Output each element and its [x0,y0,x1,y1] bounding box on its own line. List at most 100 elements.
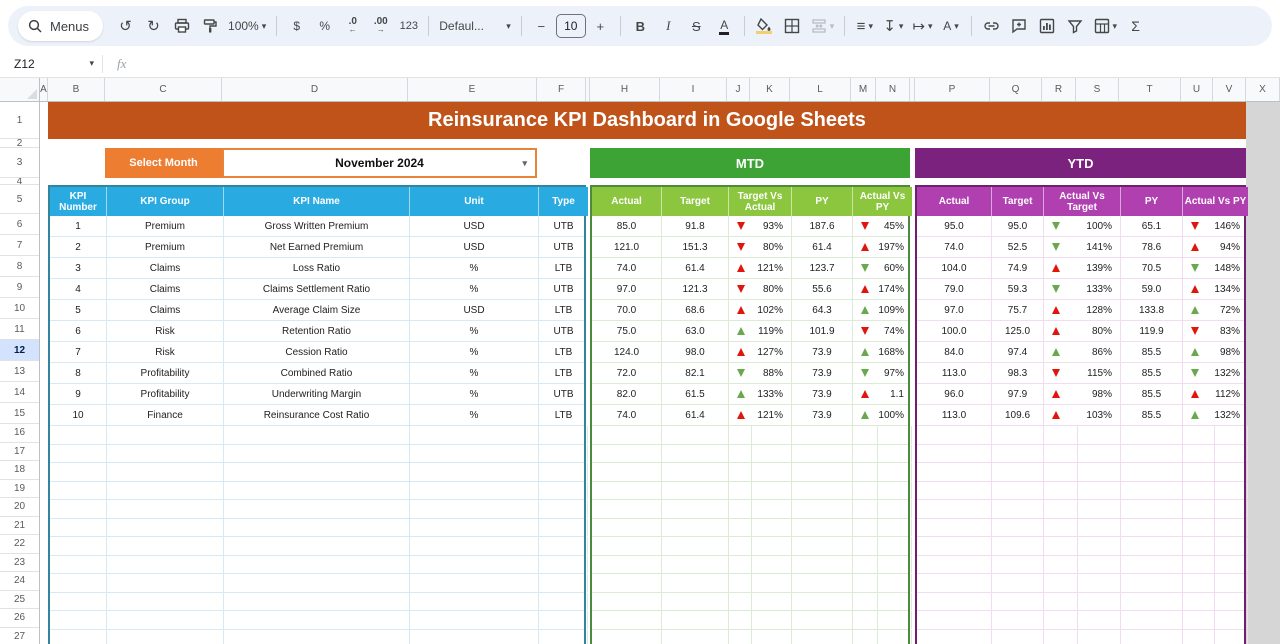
empty-cell[interactable] [107,574,224,592]
empty-cell[interactable] [992,556,1044,574]
column-header-T[interactable]: T [1119,78,1181,101]
fill-color-button[interactable] [751,12,778,40]
empty-cell[interactable] [878,463,912,481]
empty-cell[interactable] [662,556,729,574]
empty-cell[interactable] [50,630,107,644]
actual-cell[interactable]: 84.0 [917,342,992,362]
empty-cell[interactable] [224,611,410,629]
variance-cell[interactable]: 121% [729,258,792,278]
header-cell[interactable]: Target Vs Actual [729,187,792,216]
empty-cell[interactable] [224,463,410,481]
empty-cell[interactable] [410,482,539,500]
py-cell[interactable]: 85.5 [1121,405,1183,425]
variance-cell[interactable]: 1.1 [853,384,912,404]
column-header-R[interactable]: R [1042,78,1076,101]
header-cell[interactable]: Target [662,187,729,216]
empty-cell[interactable] [50,482,107,500]
empty-cell[interactable] [107,593,224,611]
row-header-24[interactable]: 24 [0,572,39,591]
kpi-cell[interactable]: Retention Ratio [224,321,410,341]
row-header-19[interactable]: 19 [0,480,39,499]
kpi-cell[interactable]: 4 [50,279,107,299]
row-header-7[interactable]: 7 [0,235,39,256]
increase-font-size-button[interactable]: + [587,12,614,40]
empty-cell[interactable] [878,611,912,629]
empty-cell[interactable] [662,426,729,444]
target-cell[interactable]: 63.0 [662,321,729,341]
target-cell[interactable]: 61.5 [662,384,729,404]
variance-cell[interactable]: 148% [1183,258,1248,278]
empty-cell[interactable] [1078,593,1121,611]
empty-cell[interactable] [1183,445,1215,463]
variance-cell[interactable]: 94% [1183,237,1248,257]
name-box[interactable]: Z12 ▾ [14,57,102,71]
empty-cell[interactable] [1078,611,1121,629]
select-all-corner[interactable] [0,78,40,101]
empty-cell[interactable] [1044,426,1078,444]
empty-cell[interactable] [917,630,992,644]
kpi-cell[interactable]: USD [410,237,539,257]
empty-cell[interactable] [1044,630,1078,644]
empty-cell[interactable] [1121,611,1183,629]
empty-cell[interactable] [1078,500,1121,518]
row-header-3[interactable]: 3 [0,148,39,178]
header-cell[interactable]: Actual Vs PY [1183,187,1248,216]
header-cell[interactable]: Actual Vs PY [853,187,912,216]
empty-cell[interactable] [1044,574,1078,592]
paint-format-button[interactable] [196,12,223,40]
column-header-Q[interactable]: Q [990,78,1042,101]
row-header-26[interactable]: 26 [0,609,39,628]
decrease-font-size-button[interactable]: − [528,12,555,40]
empty-cell[interactable] [992,500,1044,518]
empty-cell[interactable] [1183,593,1215,611]
variance-cell[interactable]: 127% [729,342,792,362]
target-cell[interactable]: 82.1 [662,363,729,383]
empty-cell[interactable] [853,500,878,518]
empty-cell[interactable] [410,519,539,537]
column-header-B[interactable]: B [48,78,105,101]
column-header-C[interactable]: C [105,78,222,101]
empty-cell[interactable] [592,611,662,629]
font-select[interactable]: Defaul... ▾ [435,12,515,40]
empty-cell[interactable] [410,611,539,629]
variance-cell[interactable]: 119% [729,321,792,341]
py-cell[interactable]: 123.7 [792,258,853,278]
empty-cell[interactable] [539,537,588,555]
empty-cell[interactable] [792,445,853,463]
variance-cell[interactable]: 109% [853,300,912,320]
actual-cell[interactable]: 97.0 [917,300,992,320]
column-header-D[interactable]: D [222,78,408,101]
row-header-23[interactable]: 23 [0,554,39,573]
empty-cell[interactable] [917,593,992,611]
empty-cell[interactable] [224,574,410,592]
row-header-2[interactable]: 2 [0,139,39,148]
empty-cell[interactable] [1121,500,1183,518]
actual-cell[interactable]: 75.0 [592,321,662,341]
vertical-align-button[interactable]: ↧ ▾ [879,12,907,40]
empty-cell[interactable] [729,593,752,611]
empty-cell[interactable] [1121,426,1183,444]
actual-cell[interactable]: 121.0 [592,237,662,257]
kpi-cell[interactable]: Claims Settlement Ratio [224,279,410,299]
target-cell[interactable]: 61.4 [662,258,729,278]
kpi-cell[interactable]: % [410,363,539,383]
empty-cell[interactable] [539,611,588,629]
empty-cell[interactable] [410,574,539,592]
kpi-cell[interactable]: USD [410,300,539,320]
kpi-cell[interactable]: 6 [50,321,107,341]
empty-cell[interactable] [1078,630,1121,644]
kpi-cell[interactable]: 5 [50,300,107,320]
row-header-20[interactable]: 20 [0,498,39,517]
empty-cell[interactable] [853,482,878,500]
empty-cell[interactable] [1215,463,1248,481]
empty-cell[interactable] [1215,519,1248,537]
empty-cell[interactable] [1044,463,1078,481]
empty-cell[interactable] [853,519,878,537]
merge-cells-button[interactable]: ▾ [807,12,839,40]
column-header-K[interactable]: K [750,78,790,101]
empty-cell[interactable] [539,574,588,592]
empty-cell[interactable] [792,500,853,518]
variance-cell[interactable]: 93% [729,216,792,236]
empty-cell[interactable] [792,519,853,537]
kpi-cell[interactable]: Cession Ratio [224,342,410,362]
